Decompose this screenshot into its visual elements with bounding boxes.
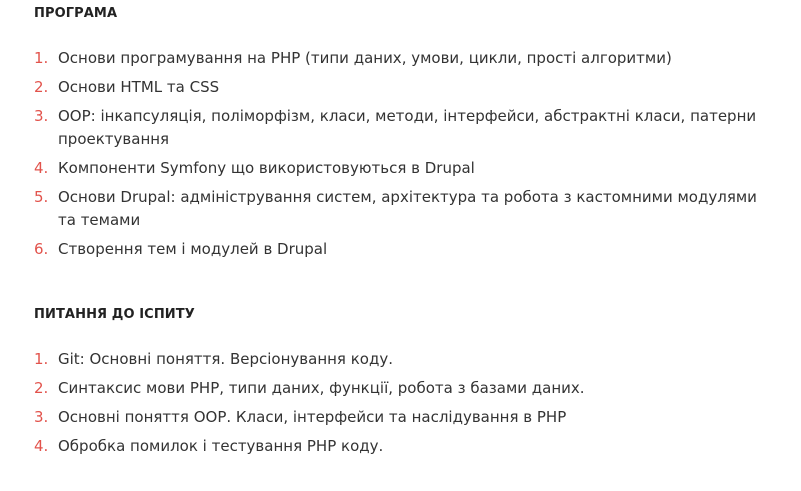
list-item-text: Основні поняття ООР. Класи, інтерфейси т… (58, 408, 567, 426)
list-item: 4. Компоненти Symfony що використовуютьс… (0, 157, 801, 180)
list-item-text: ООР: інкапсуляція, поліморфізм, класи, м… (58, 107, 757, 148)
list-item-text: Компоненти Symfony що використовуються в… (58, 159, 475, 177)
list-number: 4. (34, 437, 49, 455)
list-item-text: Основи HTML та CSS (58, 78, 220, 96)
list-item: 6. Створення тем і модулей в Drupal (0, 238, 801, 261)
list-item-text: Створення тем і модулей в Drupal (58, 240, 328, 258)
list-item: 1. Git: Основні поняття. Версіонування к… (0, 348, 801, 371)
list-number: 6. (34, 240, 49, 258)
course-content: ПРОГРАМА 1. Основи програмування на PHP … (0, 0, 801, 491)
list-item: 3. ООР: інкапсуляція, поліморфізм, класи… (0, 105, 801, 151)
list-number: 2. (34, 379, 49, 397)
list-item: 1. Основи програмування на PHP (типи дан… (0, 47, 801, 70)
list-item: 3. Основні поняття ООР. Класи, інтерфейс… (0, 406, 801, 429)
program-heading: ПРОГРАМА (34, 6, 118, 21)
list-item-text: Основи програмування на PHP (типи даних,… (58, 49, 672, 67)
program-list: 1. Основи програмування на PHP (типи дан… (0, 47, 801, 267)
list-item-text: Основи Drupal: адміністрування систем, а… (58, 188, 757, 229)
list-number: 1. (34, 350, 49, 368)
list-item-text: Git: Основні поняття. Версіонування коду… (58, 350, 393, 368)
list-item-text: Синтаксис мови PHP, типи даних, функції,… (58, 379, 585, 397)
list-item: 2. Синтаксис мови PHP, типи даних, функц… (0, 377, 801, 400)
list-number: 5. (34, 188, 49, 206)
list-item: 2. Основи HTML та CSS (0, 76, 801, 99)
list-item: 5. Основи Drupal: адміністрування систем… (0, 186, 801, 232)
exam-questions-heading: ПИТАННЯ ДО ІСПИТУ (34, 307, 195, 322)
list-number: 4. (34, 159, 49, 177)
list-number: 3. (34, 408, 49, 426)
list-number: 2. (34, 78, 49, 96)
list-item: 4. Обробка помилок і тестування PHP коду… (0, 435, 801, 458)
exam-questions-list: 1. Git: Основні поняття. Версіонування к… (0, 348, 801, 464)
list-number: 1. (34, 49, 49, 67)
list-item-text: Обробка помилок і тестування PHP коду. (58, 437, 384, 455)
list-number: 3. (34, 107, 49, 125)
